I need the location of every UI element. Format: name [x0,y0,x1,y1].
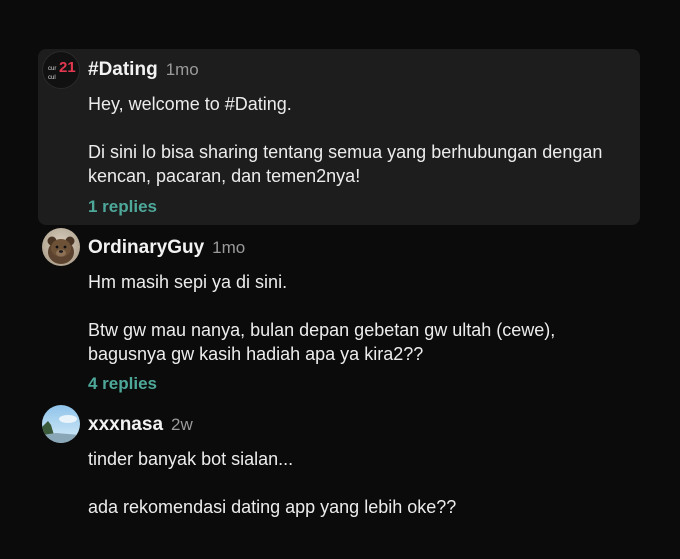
bear-photo-avatar[interactable] [42,228,80,266]
post-body: Hm masih sepi ya di sini. Btw gw mau nan… [88,270,630,366]
post-dating-welcome: cur cul 21 #Dating 1mo Hey, welcome to #… [38,49,640,225]
post-paragraph: ada rekomendasi dating app yang lebih ok… [88,497,457,517]
post-paragraph: tinder banyak bot sialan... [88,449,294,469]
replies-link[interactable]: 4 replies [88,374,157,394]
sky-photo-icon [42,405,80,443]
logo-sub-text-1: cur [48,66,57,72]
post-timestamp: 1mo [165,60,199,79]
logo-sub-text-2: cul [48,75,56,81]
logo-number: 21 [59,59,76,76]
post-ordinaryguy: OrdinaryGuy 1mo Hm masih sepi ya di sini… [38,227,640,397]
post-header: #Dating 1mo [88,59,199,81]
comment-thread: cur cul 21 #Dating 1mo Hey, welcome to #… [0,0,680,559]
post-paragraph: Di sini lo bisa sharing tentang semua ya… [88,142,603,186]
post-paragraph: Hm masih sepi ya di sini. [88,272,288,292]
post-header: OrdinaryGuy 1mo [88,237,245,259]
replies-link[interactable]: 1 replies [88,197,157,217]
author-name[interactable]: xxxnasa [88,414,163,436]
author-name[interactable]: OrdinaryGuy [88,237,204,259]
bear-photo-icon [42,228,80,266]
post-header: xxxnasa 2w [88,414,193,436]
channel-logo-avatar[interactable]: cur cul 21 [42,51,80,89]
post-xxxnasa: xxxnasa 2w tinder banyak bot sialan... a… [38,404,640,534]
author-name[interactable]: #Dating [88,59,158,81]
post-body: tinder banyak bot sialan... ada rekomend… [88,447,630,519]
post-paragraph: Hey, welcome to #Dating. [88,94,292,114]
sky-photo-avatar[interactable] [42,405,80,443]
post-body: Hey, welcome to #Dating. Di sini lo bisa… [88,92,630,188]
post-paragraph: Btw gw mau nanya, bulan depan gebetan gw… [88,320,556,364]
post-timestamp: 2w [171,415,193,434]
post-timestamp: 1mo [212,238,246,257]
